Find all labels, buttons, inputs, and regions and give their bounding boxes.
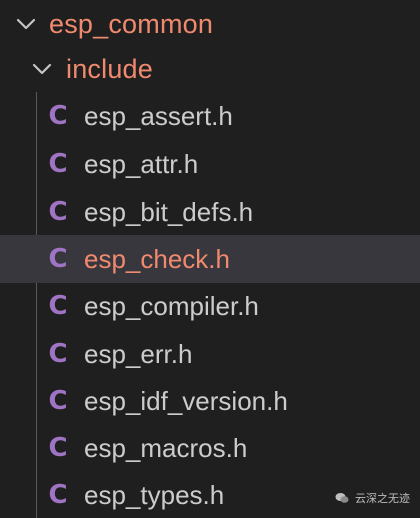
- watermark-text: 云深之无迹: [355, 492, 410, 505]
- file-label: esp_types.h: [84, 479, 225, 510]
- file-row[interactable]: C esp_bit_defs.h: [0, 188, 420, 236]
- file-label: esp_idf_version.h: [84, 385, 288, 416]
- chevron-down-icon[interactable]: [14, 12, 38, 36]
- file-label: esp_assert.h: [84, 100, 233, 131]
- c-file-icon: C: [48, 149, 68, 179]
- folder-row-esp-common[interactable]: esp_common: [0, 0, 420, 48]
- file-label: esp_attr.h: [84, 148, 199, 179]
- c-file-icon: C: [48, 197, 68, 227]
- file-label: esp_err.h: [84, 338, 193, 369]
- c-file-icon: C: [48, 339, 68, 369]
- c-file-icon: C: [48, 291, 68, 321]
- watermark: 云深之无迹: [335, 490, 410, 506]
- folder-label: esp_common: [49, 8, 214, 39]
- file-explorer-tree: esp_common include C esp_assert.h C esp_…: [0, 0, 420, 518]
- wechat-icon: [335, 493, 349, 503]
- chevron-down-icon[interactable]: [30, 57, 54, 81]
- file-row[interactable]: C esp_idf_version.h: [0, 377, 420, 425]
- c-file-icon: C: [48, 480, 68, 510]
- c-file-icon: C: [48, 101, 68, 131]
- file-row[interactable]: C esp_assert.h: [0, 92, 420, 140]
- c-file-icon: C: [48, 433, 68, 463]
- file-label: esp_compiler.h: [84, 290, 259, 321]
- file-row[interactable]: C esp_attr.h: [0, 140, 420, 188]
- file-row[interactable]: C esp_err.h: [0, 330, 420, 378]
- c-file-icon: C: [48, 244, 68, 274]
- file-label: esp_check.h: [84, 243, 230, 274]
- folder-row-include[interactable]: include: [0, 45, 420, 93]
- file-label: esp_bit_defs.h: [84, 196, 254, 227]
- file-row-selected[interactable]: C esp_check.h: [0, 235, 420, 283]
- file-row[interactable]: C esp_compiler.h: [0, 282, 420, 330]
- c-file-icon: C: [48, 386, 68, 416]
- file-label: esp_macros.h: [84, 432, 248, 463]
- folder-label: include: [66, 53, 153, 84]
- file-row[interactable]: C esp_macros.h: [0, 424, 420, 472]
